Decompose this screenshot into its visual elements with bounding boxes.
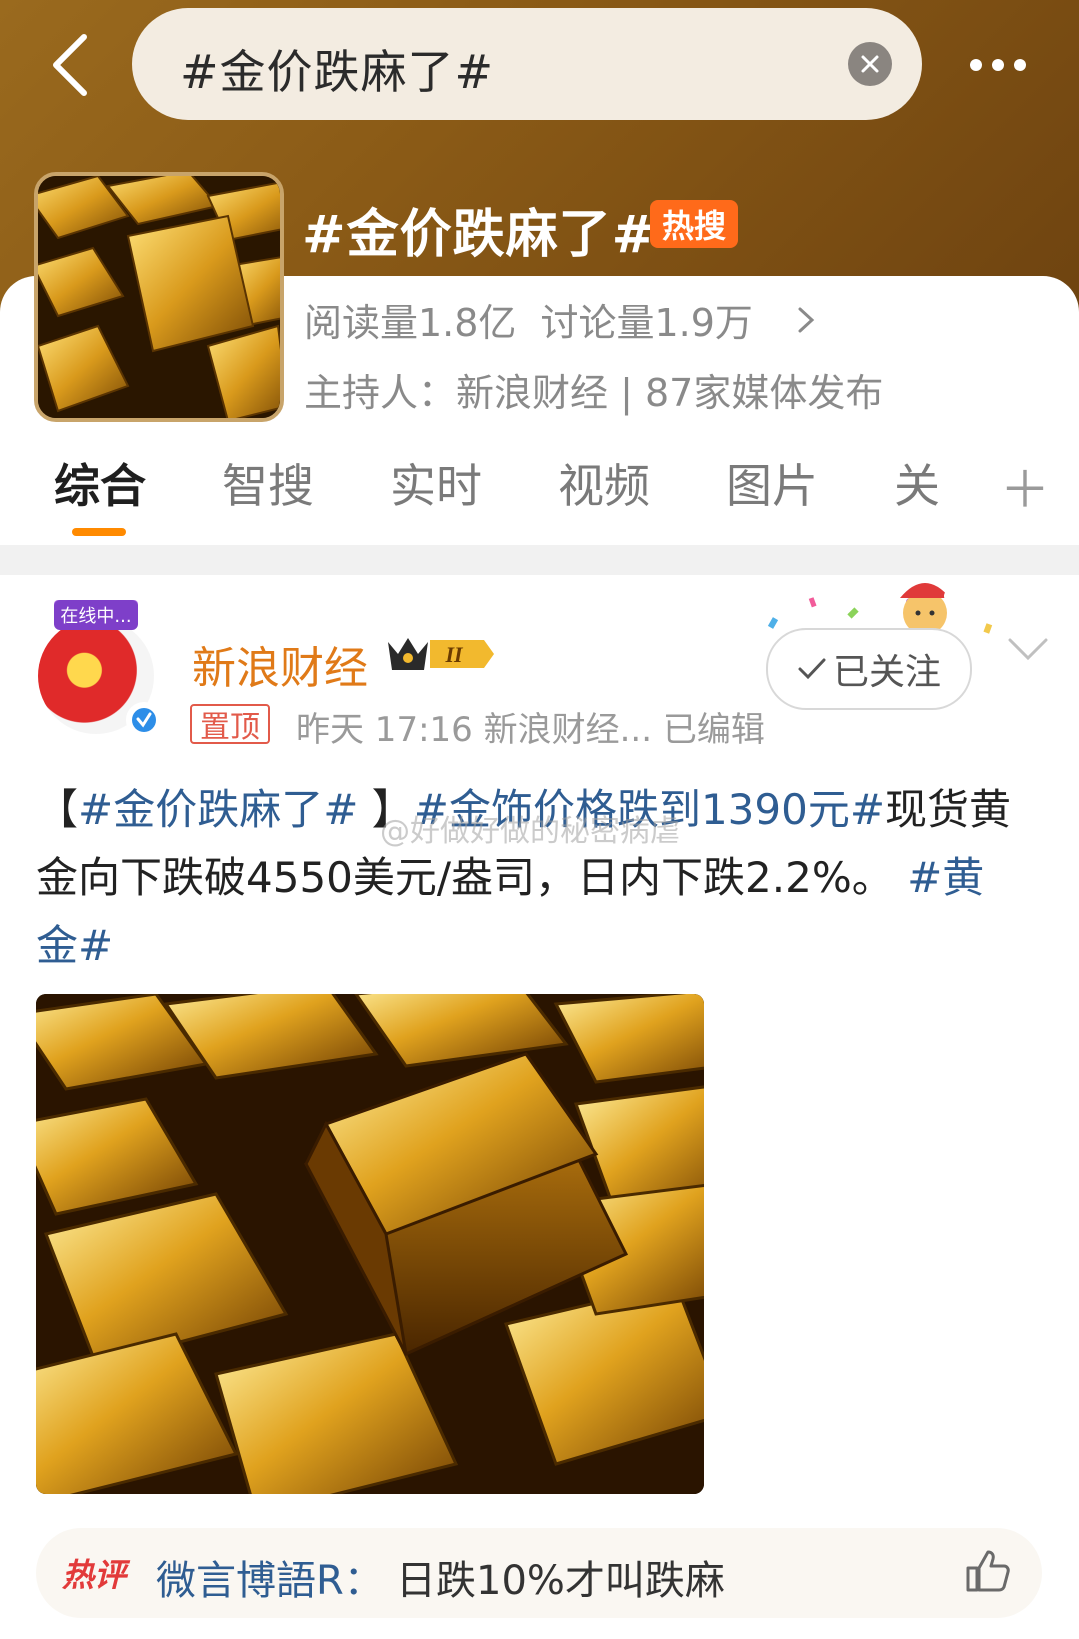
close-icon (861, 55, 879, 73)
post-image[interactable] (36, 994, 704, 1494)
bracket-open: 【 (36, 785, 79, 834)
section-divider (0, 545, 1079, 575)
follow-button[interactable]: 已关注 (766, 628, 972, 710)
watermark: @好做好做的秘密病虐 (380, 814, 680, 849)
author-name[interactable]: 新浪财经 (192, 632, 368, 696)
tab-comprehensive[interactable]: 综合 (54, 450, 146, 516)
hot-comment-text: 日跌10%才叫跌麻 (396, 1558, 725, 1604)
member-level: II (444, 642, 464, 667)
hot-badge: 热搜 (650, 200, 739, 248)
live-badge: 在线中... (54, 600, 138, 630)
follow-label: 已关注 (832, 652, 941, 693)
topic-host: 主持人：新浪财经 | 87家媒体发布 (304, 371, 884, 415)
hot-comment[interactable]: 热评 微言博語R： 日跌10%才叫跌麻 (36, 1528, 1042, 1618)
chevron-down-icon[interactable] (1006, 634, 1050, 664)
tab-smart-search[interactable]: 智搜 (222, 450, 314, 516)
chevron-left-icon (53, 34, 87, 96)
topic-title: #金价跌麻了# (302, 205, 657, 265)
topic-thumbnail[interactable] (34, 172, 284, 422)
hot-comment-author[interactable]: 微言博語R： (156, 1548, 384, 1606)
tab-bar: 综合 智搜 实时 视频 图片 关 ＋ (0, 450, 1079, 540)
verified-icon (132, 708, 156, 732)
check-icon (798, 658, 826, 680)
hot-comment-tag: 热评 (62, 1556, 127, 1594)
member-crown-badge: II (388, 638, 494, 670)
search-bar[interactable]: #金价跌麻了# (132, 8, 922, 120)
pinned-tag: 置顶 (190, 704, 270, 745)
discussion-count: 讨论量1.9万 (540, 301, 753, 345)
gold-bars-photo (36, 994, 704, 1494)
tab-follow[interactable]: 关 (894, 450, 940, 516)
tab-images[interactable]: 图片 (726, 450, 818, 516)
chevron-right-icon (798, 307, 815, 332)
add-tab-icon[interactable]: ＋ (1000, 450, 1050, 522)
gold-bars-image (38, 176, 280, 418)
thumbs-up-icon[interactable] (962, 1546, 1012, 1596)
hashtag-gold-price-drop[interactable]: #金价跌麻了# (78, 785, 358, 834)
more-button[interactable] (958, 40, 1038, 90)
more-dots-icon (970, 59, 982, 71)
active-tab-indicator (72, 528, 126, 536)
topic-stats[interactable]: 阅读量1.8亿 讨论量1.9万 (304, 292, 815, 347)
tab-video[interactable]: 视频 (558, 450, 650, 516)
post-meta: 昨天 17:16 新浪财经... 已编辑 (296, 710, 765, 750)
search-input[interactable]: #金价跌麻了# (180, 36, 494, 102)
tab-realtime[interactable]: 实时 (390, 450, 482, 516)
clear-button[interactable] (848, 42, 892, 86)
back-button[interactable] (40, 30, 100, 100)
verified-badge (126, 702, 162, 738)
read-count: 阅读量1.8亿 (304, 301, 517, 345)
